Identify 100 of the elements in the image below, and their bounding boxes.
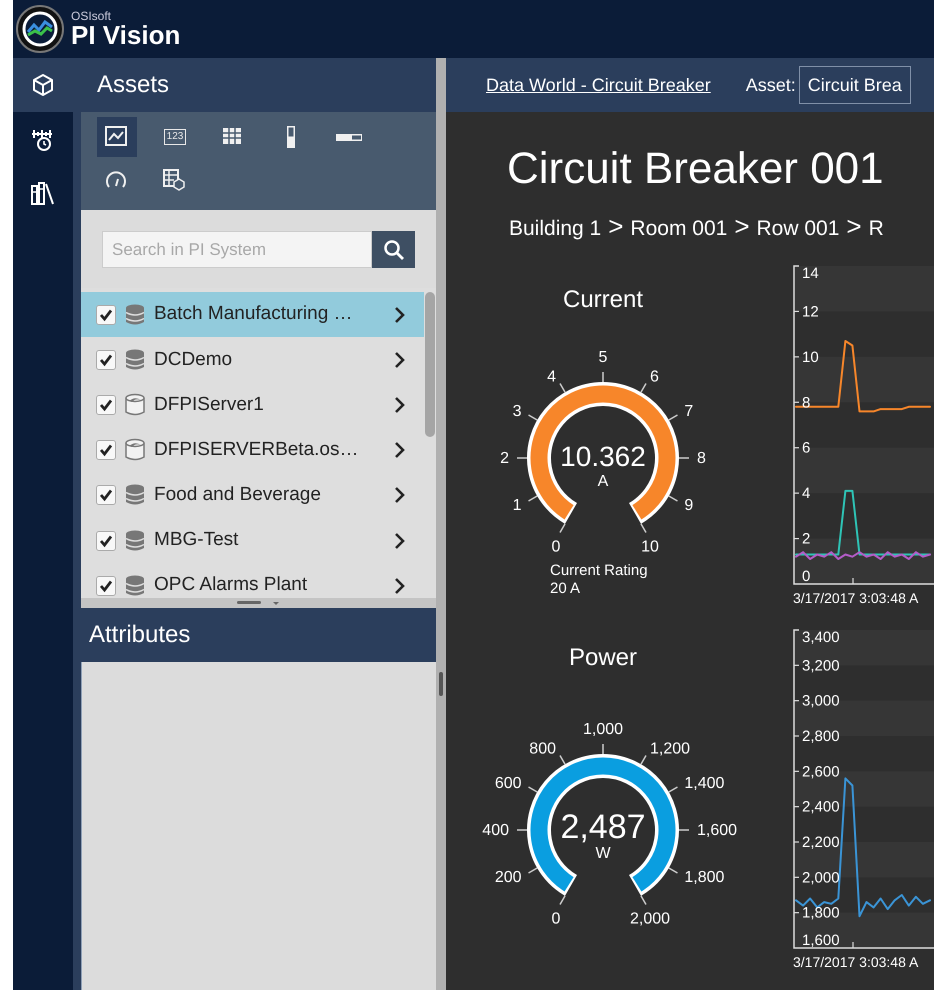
gauge-tick-label: 1,200 (650, 740, 690, 758)
gauge-tick-label: 1,000 (582, 720, 624, 738)
breadcrumb-link[interactable]: R (868, 213, 884, 245)
trend-icon (104, 125, 130, 149)
breadcrumb-separator: > (734, 213, 750, 244)
gauge-value: 10.362 (560, 440, 646, 472)
gauge-tick-label: 1,800 (684, 868, 724, 886)
gauge-title: Current (562, 284, 644, 315)
cube-icon (30, 72, 56, 98)
axis-time-label: 3/17/2017 3:03:48 A (793, 588, 920, 608)
vertical-bar-icon (287, 126, 295, 148)
chevron-right-icon (394, 532, 406, 550)
asset-label: Asset: (746, 74, 796, 96)
checkbox[interactable] (96, 576, 116, 596)
asset-list-item[interactable]: OPC Alarms Plant (81, 563, 424, 598)
item-name: DCDemo (154, 348, 234, 372)
gauge-tick-label: 8 (697, 450, 706, 467)
gauge-tick-label: 1,600 (697, 822, 738, 839)
database-icon (124, 528, 146, 553)
asset-list-item[interactable]: DFPISERVERBeta.os… (81, 428, 424, 473)
checkbox[interactable] (96, 485, 116, 506)
axis-tick-label: 3,000 (802, 692, 840, 710)
axis-tick-label: 2 (802, 530, 810, 548)
axis-tick-label: 3,200 (802, 657, 840, 674)
books-icon (30, 180, 56, 206)
breadcrumb-link[interactable]: Building 1 (509, 213, 602, 245)
panel-title: Attributes (88, 620, 192, 650)
asset-list-item[interactable]: DCDemo (81, 337, 424, 382)
gauge-tick-label: 7 (684, 402, 694, 420)
assets-nav-button[interactable] (13, 58, 73, 112)
table-cube-icon (162, 167, 188, 191)
dashboard-title: Circuit Breaker 001 (506, 143, 885, 194)
chevron-right-icon (394, 306, 406, 324)
database-icon (124, 348, 146, 372)
asset-list-item[interactable]: MBG-Test (81, 518, 424, 564)
axis-tick-label: 0 (802, 568, 810, 585)
brand-name: OSIsoft (71, 10, 112, 22)
item-name: DFPISERVERBeta.os… (154, 438, 360, 462)
gauge-tick-label: 200 (494, 868, 522, 886)
axis-tick-label: 14 (802, 264, 819, 282)
axis-tick-label: 2,000 (802, 869, 840, 886)
value-tool-button[interactable]: 123 (155, 117, 195, 157)
gauge-tick-label: 5 (598, 348, 608, 366)
gauge-tick-label: 10 (641, 538, 659, 556)
axis-tick-label: 1,600 (802, 932, 840, 949)
gauge-tick-label: 3 (512, 402, 522, 420)
checkbox[interactable] (96, 394, 116, 415)
axis-tick-label: 2,400 (802, 798, 840, 816)
server-icon (124, 438, 146, 462)
checkbox[interactable] (96, 304, 116, 325)
search-icon (382, 238, 404, 260)
gauge-unit: A (598, 472, 608, 490)
gauge-tick-label: 4 (547, 368, 556, 386)
asset-dropdown[interactable]: Circuit Brea (798, 66, 911, 104)
chevron-right-icon (394, 441, 406, 460)
breadcrumb-link[interactable]: Room 001 (630, 213, 728, 245)
gauge-tick-label: 0 (552, 910, 560, 928)
gauge-tick-label: 400 (482, 822, 509, 839)
checkbox[interactable] (96, 440, 116, 460)
gauge-tick-label: 2,000 (630, 910, 670, 928)
axis-tick-label: 10 (802, 348, 819, 366)
resize-handle[interactable] (81, 598, 436, 608)
display-link[interactable]: Data World - Circuit Breaker (486, 72, 711, 98)
chevron-right-icon (394, 396, 406, 414)
breadcrumb-link[interactable]: Row 001 (756, 213, 840, 245)
axis-tick-label: 12 (802, 303, 819, 320)
checkbox[interactable] (96, 530, 116, 551)
chevron-right-icon (394, 576, 406, 595)
gauge-tick-label: 0 (552, 538, 560, 556)
chevron-right-icon (394, 486, 406, 504)
gauge-value: 2,487 (560, 808, 646, 846)
asset-list-item[interactable]: DFPIServer1 (81, 382, 424, 428)
item-name: OPC Alarms Plant (154, 573, 308, 598)
asset-list-item[interactable]: Food and Beverage (81, 472, 424, 518)
checkbox[interactable] (96, 350, 116, 370)
gauge-tick-label: 1 (512, 496, 522, 514)
item-name: Batch Manufacturing … (154, 302, 354, 326)
gauge-tick-label: 600 (494, 774, 522, 792)
axis-tick-label: 6 (802, 440, 810, 457)
panel-title: Assets (96, 70, 170, 100)
gauge-tick-label: 2 (500, 450, 509, 467)
gauge-tick-label: 9 (684, 496, 694, 514)
axis-tick-label: 1,800 (802, 904, 840, 922)
search-button[interactable] (372, 231, 415, 268)
search-field[interactable]: Search in PI System (102, 231, 372, 268)
gauge-tick-label: 800 (529, 740, 556, 758)
asset-list-item[interactable]: Batch Manufacturing … (81, 292, 424, 338)
item-name: MBG-Test (154, 528, 240, 552)
breadcrumb-separator: > (608, 213, 624, 244)
gauge-caption: Current Rating 20 A (550, 562, 648, 598)
axis-tick-label: 2,200 (802, 834, 840, 851)
horizontal-bar-icon (336, 134, 362, 140)
item-name: Food and Beverage (154, 483, 322, 508)
product-name: PI Vision (71, 22, 180, 48)
database-icon (124, 302, 146, 327)
axis-tick-label: 3,400 (802, 628, 840, 646)
axis-tick-label: 2,600 (802, 763, 840, 780)
trend-tool-button[interactable] (97, 117, 137, 157)
breadcrumb-separator: > (846, 213, 862, 244)
gauge-tick-label: 6 (650, 368, 659, 386)
